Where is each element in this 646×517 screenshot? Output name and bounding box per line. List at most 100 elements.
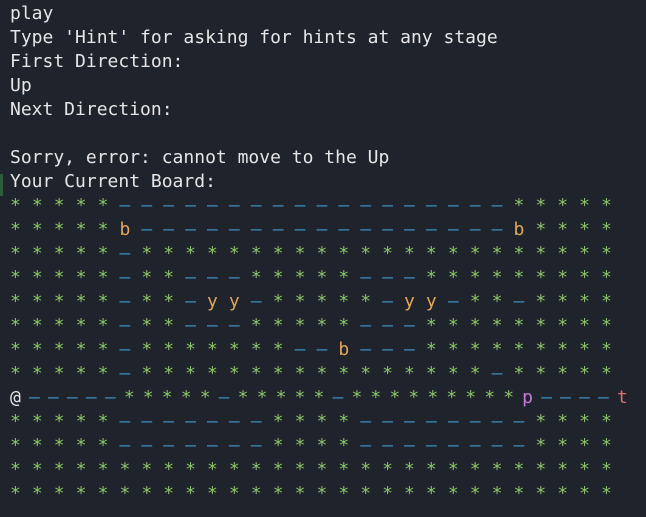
path-cell: – [425, 411, 437, 432]
wall-cell: * [53, 243, 65, 264]
wall-cell: * [163, 291, 175, 312]
wall-cell: * [535, 219, 547, 240]
output-line-4: Up [10, 75, 32, 96]
path-cell: – [47, 387, 59, 408]
b-cell: b [513, 219, 525, 240]
player-cell: @ [10, 387, 21, 408]
output-line-5: Next Direction: [10, 99, 173, 120]
wall-cell: * [535, 315, 547, 336]
path-cell: – [119, 363, 131, 384]
path-cell: – [404, 435, 415, 456]
path-cell: – [250, 195, 262, 216]
wall-cell: * [294, 435, 306, 456]
wall-cell: * [316, 291, 328, 312]
wall-cell: * [207, 339, 218, 360]
wall-cell: * [97, 243, 109, 264]
path-cell: – [425, 195, 437, 216]
wall-cell: * [119, 459, 131, 480]
wall-cell: * [338, 459, 350, 480]
wall-cell: * [75, 363, 87, 384]
path-cell: – [272, 219, 284, 240]
wall-cell: * [294, 459, 306, 480]
wall-cell: * [97, 315, 109, 336]
wall-cell: * [447, 459, 459, 480]
wall-cell: * [75, 243, 87, 264]
wall-cell: * [382, 363, 393, 384]
y-cell: y [207, 291, 218, 312]
wall-cell: * [272, 411, 284, 432]
wall-cell: * [427, 387, 439, 408]
wall-cell: * [75, 459, 87, 480]
wall-cell: * [408, 387, 420, 408]
wall-cell: * [163, 459, 175, 480]
t-cell: t [617, 387, 628, 408]
wall-cell: * [557, 315, 569, 336]
output-line-6 [10, 122, 636, 146]
board-row: * * * * * b – – – – – – – – – – – – – – – – – b * * * * [10, 218, 636, 242]
path-cell: – [491, 219, 503, 240]
wall-cell: * [163, 267, 175, 288]
wall-cell: * [275, 387, 287, 408]
wall-cell: * [294, 387, 306, 408]
wall-cell: * [469, 363, 481, 384]
wall-cell: * [31, 435, 43, 456]
wall-cell: * [228, 243, 240, 264]
path-cell: – [382, 267, 393, 288]
path-cell: – [469, 435, 481, 456]
wall-cell: * [513, 267, 525, 288]
wall-cell: * [579, 219, 590, 240]
wall-cell: * [469, 291, 481, 312]
wall-cell: * [503, 387, 515, 408]
wall-cell: * [382, 243, 393, 264]
wall-cell: * [535, 243, 547, 264]
wall-cell: * [338, 243, 350, 264]
wall-cell: * [601, 459, 612, 480]
path-cell: – [382, 195, 393, 216]
wall-cell: * [579, 483, 590, 504]
path-cell: – [119, 411, 131, 432]
output-line-2: Type 'Hint' for asking for hints at any … [10, 27, 498, 48]
wall-cell: * [469, 483, 481, 504]
wall-cell: * [491, 483, 503, 504]
wall-cell: * [360, 363, 372, 384]
path-cell: – [141, 195, 153, 216]
path-cell: – [272, 195, 284, 216]
wall-cell: * [97, 267, 109, 288]
y-cell: y [228, 291, 240, 312]
wall-cell: * [180, 387, 192, 408]
wall-cell: * [338, 291, 350, 312]
game-board: * * * * * – – – – – – – – – – – – – – – – – – * * * * * * * * * * b – – – – – –… [10, 194, 636, 506]
wall-cell: * [351, 387, 363, 408]
path-cell: – [513, 291, 525, 312]
board-row: * * * * * – * * – – – * * * * * – – – * * * * * * * * * [10, 266, 636, 290]
wall-cell: * [10, 219, 21, 240]
prompt-marker [0, 174, 3, 196]
wall-cell: * [250, 243, 262, 264]
wall-cell: * [513, 363, 525, 384]
wall-cell: * [447, 243, 459, 264]
wall-cell: * [579, 267, 590, 288]
wall-cell: * [31, 339, 43, 360]
wall-cell: * [425, 363, 437, 384]
wall-cell: * [316, 435, 328, 456]
wall-cell: * [53, 195, 65, 216]
path-cell: – [163, 219, 175, 240]
wall-cell: * [469, 339, 481, 360]
wall-cell: * [250, 483, 262, 504]
wall-cell: * [313, 387, 325, 408]
wall-cell: * [141, 291, 153, 312]
wall-cell: * [338, 411, 350, 432]
path-cell: – [104, 387, 116, 408]
wall-cell: * [557, 339, 569, 360]
wall-cell: * [31, 243, 43, 264]
path-cell: – [360, 339, 372, 360]
wall-cell: * [53, 435, 65, 456]
wall-cell: * [97, 411, 109, 432]
path-cell: – [360, 195, 372, 216]
path-cell: – [250, 219, 262, 240]
path-cell: – [66, 387, 78, 408]
wall-cell: * [272, 339, 284, 360]
wall-cell: * [491, 267, 503, 288]
wall-cell: * [53, 411, 65, 432]
wall-cell: * [425, 483, 437, 504]
